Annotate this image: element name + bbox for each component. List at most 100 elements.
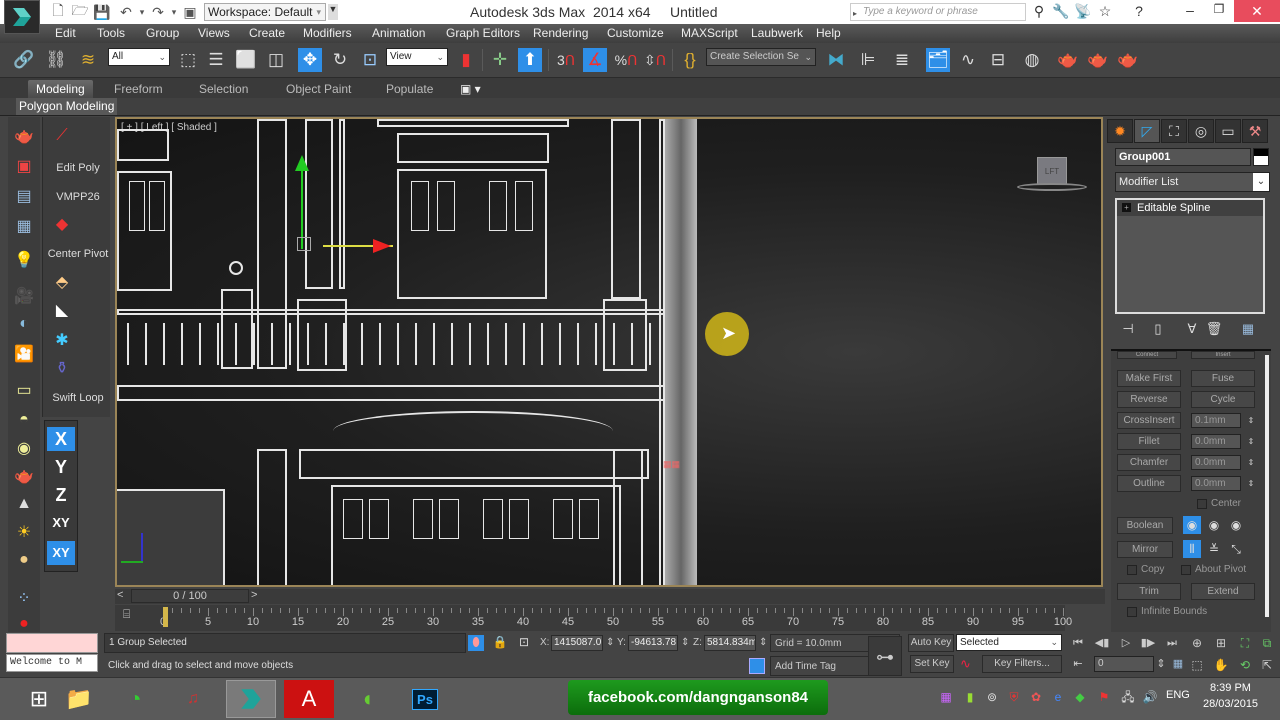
light-lister-icon[interactable]: 💡 [12,249,36,271]
modifier-stack[interactable]: + Editable Spline [1115,198,1265,314]
about-pivot-checkbox[interactable] [1181,565,1191,575]
help-icon[interactable]: ? [1130,3,1148,21]
tab-freeform[interactable]: Freeform [106,80,171,98]
time-tag-icon[interactable] [749,658,765,674]
axis-xy-button[interactable]: XY [47,511,75,535]
spinner-arrows-icon[interactable]: ⇕ [1247,434,1255,449]
boolean-union-icon[interactable]: ◉ [1183,516,1201,534]
rendered-frame-window-icon[interactable]: 🫖 [1086,48,1110,72]
grid-dots-icon[interactable]: ⁘ [12,587,36,609]
align-pivot-icon[interactable]: ⬘ [51,271,73,293]
remove-modifier-icon[interactable]: 🗑 [1205,321,1223,339]
auto-key-button[interactable]: Auto Key [908,634,954,652]
rollout-scrollbar[interactable] [1265,355,1269,617]
named-selection-set-select[interactable]: Create Selection Se ⌄ [706,48,816,66]
gizmo-x-arrow[interactable] [373,239,391,253]
snaps-toggle-icon[interactable]: 3ᑎ [554,48,578,72]
fillet-button[interactable]: Fillet [1117,433,1181,450]
minimize-button[interactable]: – [1176,2,1204,22]
spinner-snap-toggle-icon[interactable]: ⇳ ᑎ [643,48,667,72]
tray-ie-icon[interactable]: e [1050,689,1066,705]
z-spinner-arrow-icon[interactable]: ⇕ [759,637,767,648]
current-frame-marker[interactable] [163,607,168,627]
menu-views[interactable]: Views [198,26,230,40]
dome-icon[interactable]: ◓ [12,409,36,431]
render-setup-icon[interactable]: 🫖 [1056,48,1080,72]
select-object-icon[interactable]: ⬚ [176,48,200,72]
edit-poly-button[interactable]: Edit Poly [43,162,113,174]
object-name-field[interactable]: Group001 [1115,148,1251,166]
teapot-object-icon[interactable]: 🫖 [12,465,36,487]
redo-icon[interactable]: ↷ [150,4,166,20]
undo-icon[interactable]: ↶ [118,4,134,20]
clock-time[interactable]: 8:39 PM [1210,682,1251,694]
outline-button[interactable]: Outline [1117,475,1181,492]
mirror-vertical-icon[interactable]: ≚ [1205,540,1223,558]
axis-z-button[interactable]: Z [47,483,75,507]
key-mode-toggle-icon[interactable]: ⇤ [1068,656,1088,672]
menu-edit[interactable]: Edit [55,26,76,40]
menu-rendering[interactable]: Rendering [533,26,588,40]
viewcube-compass-ring[interactable] [1017,183,1087,191]
trim-button[interactable]: Trim [1117,583,1181,600]
track-bar[interactable]: ⌸ 05101520253035404550556065707580859095… [115,605,1072,631]
tray-antivirus-icon[interactable]: ⛨ [1006,689,1022,705]
selection-lock-icon[interactable]: 🔒 [492,635,508,651]
ribbon-options-icon[interactable]: ▣ ▾ [452,80,489,98]
time-slider-next-button[interactable]: > [251,589,265,601]
insert-button[interactable]: Insert [1191,351,1255,359]
extend-button[interactable]: Extend [1191,583,1255,600]
frame-spinner-icon[interactable]: ⇕ [1156,656,1166,672]
maxscript-mini-listener[interactable] [6,633,98,653]
maxscript-output[interactable]: Welcome to M [6,654,98,672]
connect-button[interactable]: Connect [1117,351,1177,359]
timeline-ruler[interactable]: 0510152025303540455055606570758085909510… [160,605,1072,631]
3dsmax-taskbar-icon[interactable] [226,680,276,718]
network-icon[interactable]: 🖧 [1120,689,1136,705]
coreldraw-icon[interactable]: ◖ [342,680,392,718]
viewport-left[interactable]: [ + ] [ Left ] [ Shaded ] ▦▦ ➤ LFT [115,117,1103,587]
create-tab-icon[interactable]: ✹ [1107,119,1133,143]
render-window-icon[interactable]: ▣ [12,155,36,177]
time-slider-prev-button[interactable]: < [117,589,131,601]
zoom-region-icon[interactable]: ⬚ [1188,656,1206,674]
plane-icon[interactable]: ▭ [12,379,36,401]
axis-y-button[interactable]: Y [47,455,75,479]
teapot-icon[interactable]: 🫖 [12,125,36,147]
maximize-button[interactable]: ❐ [1205,2,1233,22]
scatter-icon[interactable]: ✱ [51,329,73,351]
modify-tab-icon[interactable]: ◸ [1134,119,1160,143]
volume-icon[interactable]: 🔊 [1142,689,1158,705]
hierarchy-tab-icon[interactable]: ⛶ [1161,119,1187,143]
set-keys-key-icon[interactable]: ⊶ [868,636,902,676]
schematic-view-icon[interactable]: ⊟ [986,48,1010,72]
workspace-select[interactable]: Workspace: Default ▾ [204,3,326,21]
utilities-tab-icon[interactable]: ⚒ [1242,119,1268,143]
show-end-result-icon[interactable]: ▯ [1149,321,1167,339]
polygon-modeling-panel-button[interactable]: Polygon Modeling [16,98,118,115]
pan-view-icon[interactable]: ✋ [1212,656,1230,674]
select-and-scale-icon[interactable]: ⊡ [358,48,382,72]
copy-checkbox[interactable] [1127,565,1137,575]
z-coordinate-field[interactable]: 5814.834m [704,635,756,651]
menu-customize[interactable]: Customize [607,26,664,40]
key-filters-button[interactable]: Key Filters... [982,655,1062,673]
keyboard-shortcut-override-icon[interactable]: ⬆ [518,48,542,72]
gizmo-y-axis[interactable] [301,159,303,249]
autocad-icon[interactable]: A [284,680,334,718]
toggle-scene-explorer-icon[interactable]: 🗂 [926,48,950,72]
input-language[interactable]: ENG [1166,689,1190,701]
select-and-rotate-icon[interactable]: ↻ [328,48,352,72]
menu-modifiers[interactable]: Modifiers [303,26,352,40]
zoom-extents-icon[interactable]: ⛶ [1236,634,1254,652]
crossinsert-button[interactable]: CrossInsert [1117,412,1181,429]
unlink-selection-icon[interactable]: ⛓ [44,48,68,72]
tab-modeling[interactable]: Modeling [28,80,93,98]
bind-to-space-warp-icon[interactable]: ≋ [76,48,100,72]
set-key-button[interactable]: Set Key [910,655,954,673]
selection-object-icon[interactable]: ◆ [51,213,73,235]
stack-item[interactable]: + Editable Spline [1117,200,1263,216]
sphere-icon[interactable]: ● [12,549,36,571]
gizmo-plane-handle[interactable] [297,237,311,251]
search-expand-icon[interactable]: ▸ [853,6,857,22]
